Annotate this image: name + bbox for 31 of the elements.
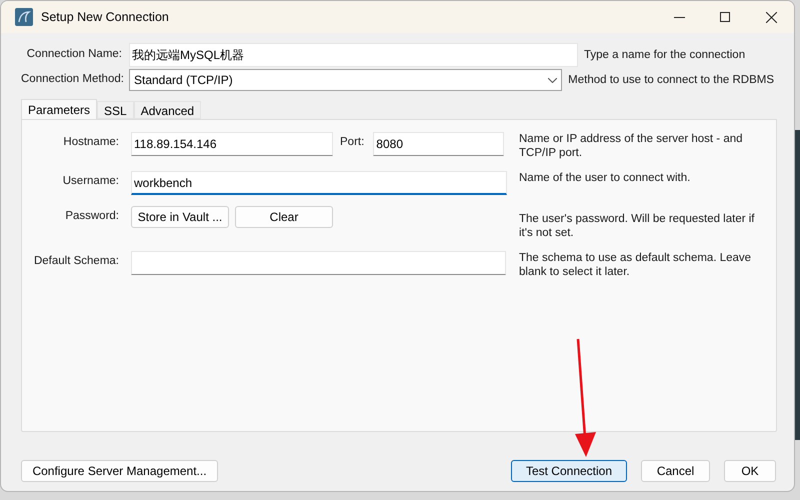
- password-button[interactable]: Clear: [235, 206, 333, 228]
- field-label: Hostname:: [62, 135, 119, 150]
- configure-server-button[interactable]: Configure Server Management...: [21, 460, 218, 482]
- help-text: Type a name for the connection: [584, 48, 746, 62]
- connection-method-dropdown[interactable]: Standard (TCP/IP): [129, 69, 562, 91]
- field-label: Connection Name:: [26, 47, 122, 62]
- window-title: Setup New Connection: [41, 8, 169, 26]
- tab[interactable]: Advanced: [134, 101, 202, 119]
- tab[interactable]: SSL: [97, 101, 134, 119]
- password-button[interactable]: Store in Vault ...: [131, 206, 229, 228]
- field-label: Port:: [340, 135, 364, 150]
- help-text: The user's password. Will be requested later if it's not set.: [519, 212, 756, 240]
- dialog-button[interactable]: Test Connection: [511, 460, 627, 482]
- dolphin-icon: [15, 8, 33, 26]
- connection-name-field[interactable]: 我的远端MySQL机器: [129, 43, 578, 67]
- hostname-field[interactable]: 118.89.154.146: [131, 132, 333, 156]
- port-field[interactable]: 8080: [373, 132, 504, 156]
- help-text: Name of the user to connect with.: [519, 171, 692, 185]
- username-field[interactable]: workbench: [131, 171, 507, 195]
- help-text: Name or IP address of the server host - and TCP/IP port.: [519, 132, 744, 160]
- tab[interactable]: Parameters: [21, 99, 98, 119]
- field-label: Username:: [62, 174, 119, 189]
- field-label: Connection Method:: [21, 72, 122, 88]
- dialog-button[interactable]: Cancel: [641, 460, 710, 482]
- default-schema-field[interactable]: [131, 251, 506, 275]
- chevron-down-icon: [548, 78, 558, 82]
- help-text: Method to use to connect to the RDBMS: [568, 73, 774, 87]
- dialog-button[interactable]: OK: [724, 460, 776, 482]
- field-label: Password:: [64, 209, 119, 224]
- field-label: Default Schema:: [32, 254, 119, 269]
- help-text: The schema to use as default schema. Leave blank to select it later.: [519, 251, 752, 279]
